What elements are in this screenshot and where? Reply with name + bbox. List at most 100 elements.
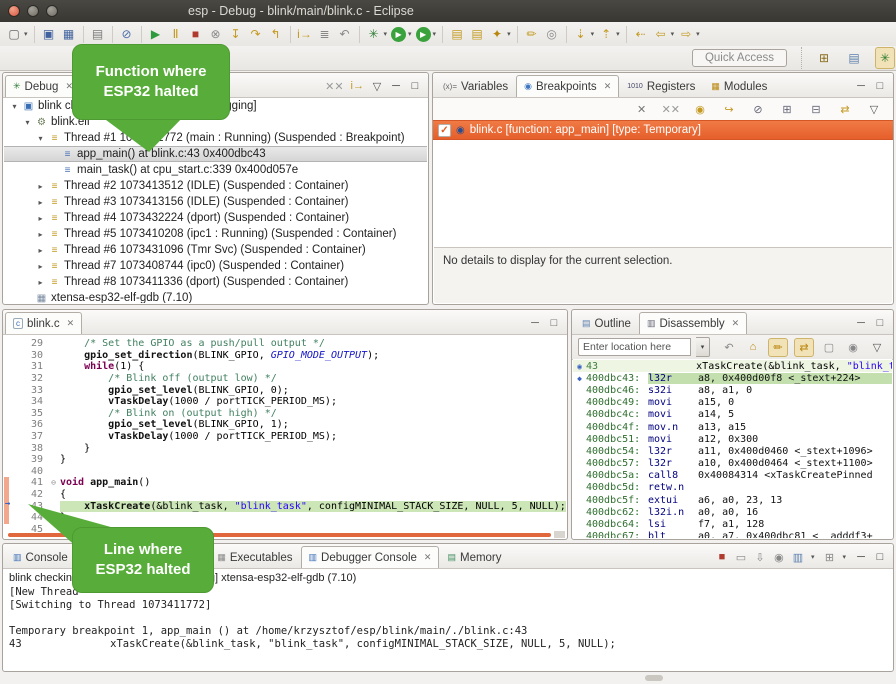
disassembly-line[interactable]: 400dbc46:s32ia8, a1, 0 (573, 384, 892, 396)
disassembly-line[interactable]: 400dbc57:l32ra10, 0x400d0464 <_stext+110… (573, 458, 892, 470)
tab-blink-c[interactable]: c blink.c ✕ (5, 312, 82, 334)
debug-tree-row[interactable]: ▸≡Thread #2 1073413512 (IDLE) (Suspended… (4, 178, 427, 194)
debug-tree-row[interactable]: ≡main_task() at cpu_start.c:339 0x400d05… (4, 162, 427, 178)
tab-executables[interactable]: ▦Executables (209, 546, 300, 568)
tree-twisty-icon[interactable]: ▸ (34, 230, 47, 239)
tab-modules[interactable]: ▦ Modules (703, 75, 775, 97)
debug-tree-row[interactable]: ▦xtensa-esp32-elf-gdb (7.10) (4, 290, 427, 303)
tree-twisty-icon[interactable]: ▸ (34, 246, 47, 255)
debug-tree-row[interactable]: ▸≡Thread #8 1073411336 (dport) (Suspende… (4, 274, 427, 290)
forward-button[interactable]: ⇨ (677, 24, 695, 44)
code-line[interactable]: 32 /* Blink off (output low) */ (4, 373, 566, 385)
window-close-button[interactable] (8, 5, 20, 17)
show-debug-traces-button[interactable]: ≣ (316, 24, 334, 44)
open-console-button[interactable]: ⊞ (823, 550, 835, 564)
annotation-ruler[interactable] (4, 419, 17, 431)
back-button-dropdown-icon[interactable]: ▾ (671, 30, 675, 38)
suspend-button[interactable]: Ⅱ (167, 24, 185, 44)
sync-context-button[interactable]: ⇄ (794, 338, 814, 357)
code-editor[interactable]: 29 /* Set the GPIO as a push/pull output… (4, 335, 566, 538)
run-button[interactable]: ▶ (391, 27, 406, 42)
expand-all-button[interactable]: ⊞ (778, 101, 796, 117)
previous-annotation-button-dropdown-icon[interactable]: ▾ (616, 30, 620, 38)
link-with-debug-button[interactable]: ⇄ (836, 101, 854, 117)
debug-maximize-button[interactable]: □ (409, 79, 421, 93)
code-line[interactable]: 39} (4, 454, 566, 466)
build-button[interactable]: ▤ (89, 24, 107, 44)
disassembly-line[interactable]: 400dbc4f:mov.na13, a15 (573, 421, 892, 433)
window-minimize-button[interactable] (27, 5, 39, 17)
annotation-ruler[interactable] (4, 384, 17, 396)
annotation-ruler[interactable] (4, 477, 17, 489)
annotation-ruler[interactable] (4, 442, 17, 454)
resume-button[interactable]: ▶ (147, 24, 165, 44)
code-line[interactable]: 35 /* Blink on (output high) */ (4, 408, 566, 420)
scroll-lock-button[interactable]: ⇩ (754, 550, 766, 564)
clear-console-button[interactable]: ▭ (735, 550, 747, 564)
skip-all-breakpoints-button[interactable]: ⊘ (118, 24, 136, 44)
search-button[interactable]: ✦ (488, 24, 506, 44)
tab-outline[interactable]: ▤ Outline (574, 312, 639, 334)
disconnect-button[interactable]: ⊗ (207, 24, 225, 44)
save-all-button[interactable]: ▦ (60, 24, 78, 44)
run-button-dropdown-icon[interactable]: ▾ (408, 30, 412, 38)
tab-disassembly[interactable]: ▥ Disassembly ✕ (639, 312, 747, 334)
disasm-home-button[interactable]: ⌂ (744, 339, 762, 356)
location-input[interactable]: Enter location here (578, 338, 691, 356)
breakpoints-maximize-button[interactable]: □ (874, 79, 886, 93)
annotation-ruler[interactable] (4, 466, 17, 478)
tab-breakpoints[interactable]: ◉ Breakpoints ✕ (516, 75, 619, 97)
tab-close-icon[interactable]: ✕ (424, 552, 432, 563)
pin-disasm-view-button[interactable]: ◉ (844, 339, 862, 356)
step-into-button[interactable]: ↧ (227, 24, 245, 44)
annotation-ruler[interactable] (4, 350, 17, 362)
open-console-button-dropdown-icon[interactable]: ▾ (842, 553, 846, 561)
open-perspective-button[interactable]: ⊞ (815, 48, 833, 68)
tree-twisty-icon[interactable]: ▾ (21, 118, 34, 127)
display-selected-console-button-dropdown-icon[interactable]: ▾ (811, 553, 815, 561)
horizontal-scrollbar-grip[interactable] (645, 675, 663, 681)
pin-console-button[interactable]: ◉ (773, 550, 785, 564)
search-button-dropdown-icon[interactable]: ▾ (507, 30, 511, 38)
skip-breakpoints-button[interactable]: ⊘ (749, 101, 767, 117)
new-disasm-view-button[interactable]: ▢ (820, 339, 838, 356)
instruction-step-toggle-button[interactable]: i→ (351, 79, 364, 93)
last-edit-location-button[interactable]: ⇠ (632, 24, 650, 44)
debug-tree-row[interactable]: ▸≡Thread #6 1073431096 (Tmr Svc) (Suspen… (4, 242, 427, 258)
annotation-ruler[interactable] (4, 454, 17, 466)
mark-occurrences-button[interactable]: ✏ (523, 24, 541, 44)
disassembly-maximize-button[interactable]: □ (874, 316, 886, 330)
go-to-file-button[interactable]: ↪ (720, 101, 738, 117)
console-terminate-button[interactable]: ■ (716, 550, 728, 564)
code-line[interactable]: →43 xTaskCreate(&blink_task, "blink_task… (4, 500, 566, 512)
new-button-dropdown-icon[interactable]: ▾ (24, 30, 28, 38)
debug-button-dropdown-icon[interactable]: ▾ (384, 30, 388, 38)
debug-button[interactable]: ✳ (365, 24, 383, 44)
next-annotation-button-dropdown-icon[interactable]: ▾ (591, 30, 595, 38)
code-line[interactable]: 40 (4, 466, 566, 478)
external-tools-button-dropdown-icon[interactable]: ▾ (433, 30, 437, 38)
save-button[interactable]: ▣ (40, 24, 58, 44)
forward-button-dropdown-icon[interactable]: ▾ (696, 30, 700, 38)
tree-twisty-icon[interactable]: ▸ (34, 214, 47, 223)
console-maximize-button[interactable]: □ (874, 550, 886, 564)
debug-tree-row[interactable]: ≡app_main() at blink.c:43 0x400dbc43 (4, 146, 427, 162)
remove-all-breakpoints-button[interactable]: ✕✕ (662, 101, 680, 117)
disassembly-line[interactable]: 400dbc64:lsif7, a1, 128 (573, 518, 892, 530)
code-line[interactable]: 31 while(1) { (4, 361, 566, 373)
disassembly-minimize-button[interactable]: ─ (855, 316, 867, 330)
disassembly-line[interactable]: 400dbc49:movia15, 0 (573, 397, 892, 409)
code-line[interactable]: 34 vTaskDelay(1000 / portTICK_PERIOD_MS)… (4, 396, 566, 408)
step-over-button[interactable]: ↷ (247, 24, 265, 44)
disassembly-line[interactable]: 400dbc51:movia12, 0x300 (573, 433, 892, 445)
console-minimize-button[interactable]: ─ (855, 550, 867, 564)
disassembly-line[interactable]: 400dbc54:l32ra11, 0x400d0460 <_stext+109… (573, 445, 892, 457)
next-annotation-button[interactable]: ⇣ (572, 24, 590, 44)
tab-blink-c-close-icon[interactable]: ✕ (67, 318, 75, 329)
show-breakpoints-for-selection-button[interactable]: ◉ (691, 101, 709, 117)
debug-tree-row[interactable]: ▸≡Thread #4 1073432224 (dport) (Suspende… (4, 210, 427, 226)
disassembly-line[interactable]: ◉43 xTaskCreate(&blink_task, "blink_tas (573, 360, 892, 372)
instruction-stepping-button[interactable]: i→ (296, 24, 314, 44)
debug-tree-row[interactable]: ▾≡Thread #1 1073411772 (main : Running) … (4, 130, 427, 146)
disassembly-line[interactable]: 400dbc5a:call80x40084314 <xTaskCreatePin… (573, 470, 892, 482)
